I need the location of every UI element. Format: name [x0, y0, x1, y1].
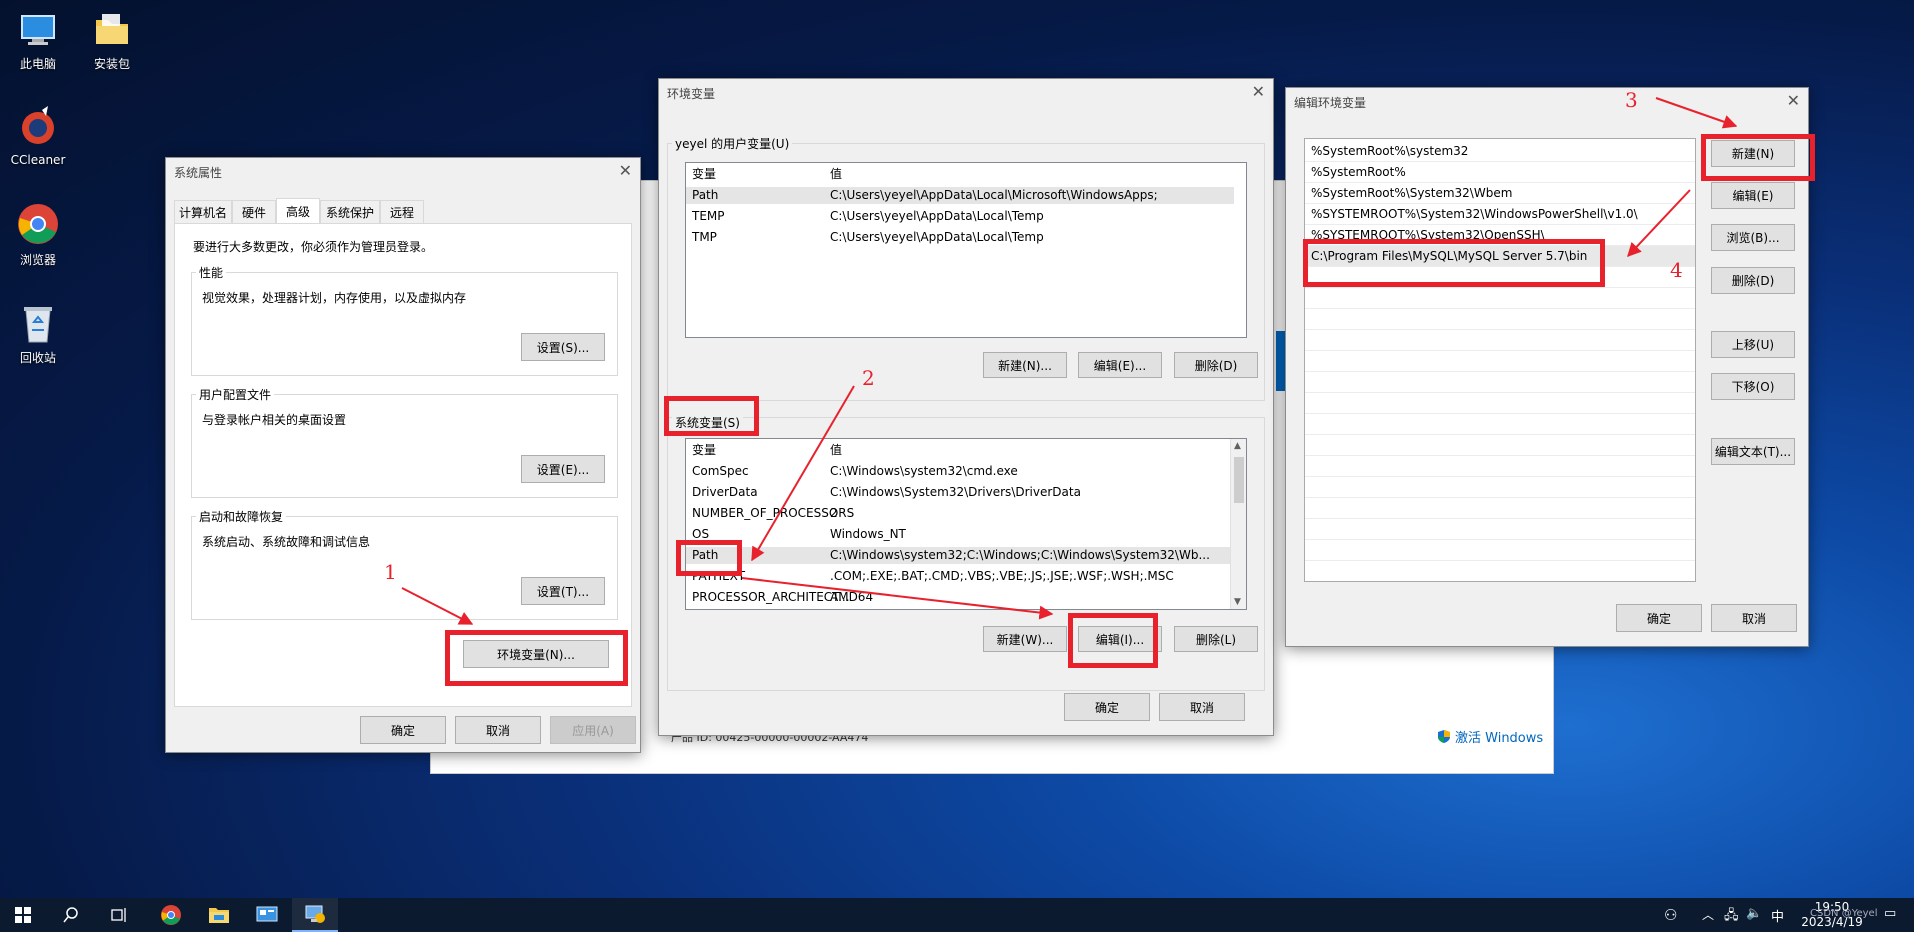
chevron-up-icon[interactable]: ︿ — [1702, 906, 1714, 923]
volume-icon[interactable]: 🔈 — [1746, 906, 1762, 921]
annotation-arrows — [401, 97, 1738, 625]
control-panel-icon — [256, 906, 278, 922]
notification-icon[interactable]: ▭ — [1884, 906, 1896, 921]
arrow-2 — [751, 385, 855, 562]
start-button[interactable] — [0, 898, 46, 932]
chrome-icon — [161, 905, 181, 925]
search-button[interactable] — [48, 898, 94, 932]
arrow-2b — [741, 577, 1054, 620]
task-view-button[interactable] — [96, 898, 142, 932]
taskbar-system-settings[interactable] — [292, 898, 338, 932]
taskbar-control-panel[interactable] — [244, 898, 290, 932]
system-settings-icon — [305, 905, 325, 923]
arrow-1 — [401, 587, 474, 625]
windows-logo-icon — [15, 907, 31, 923]
folder-icon — [209, 908, 229, 923]
taskbar: ⚇ ︿ 🖧 🔈 中 19:50 2023/4/19 CSDN @Yeyel ▭ — [0, 898, 1914, 932]
search-icon — [63, 907, 78, 923]
arrow-4 — [1627, 189, 1691, 258]
network-icon[interactable]: 🖧 — [1724, 906, 1739, 928]
ime-indicator[interactable]: 中 — [1771, 906, 1784, 925]
tab-advanced[interactable]: 高级 — [276, 198, 320, 223]
arrow-3 — [1655, 97, 1738, 129]
taskbar-chrome[interactable] — [148, 898, 194, 932]
people-icon[interactable]: ⚇ — [1664, 906, 1677, 924]
task-view-icon — [111, 908, 126, 922]
watermark: CSDN @Yeyel — [1810, 908, 1878, 919]
taskbar-file-explorer[interactable] — [196, 898, 242, 932]
